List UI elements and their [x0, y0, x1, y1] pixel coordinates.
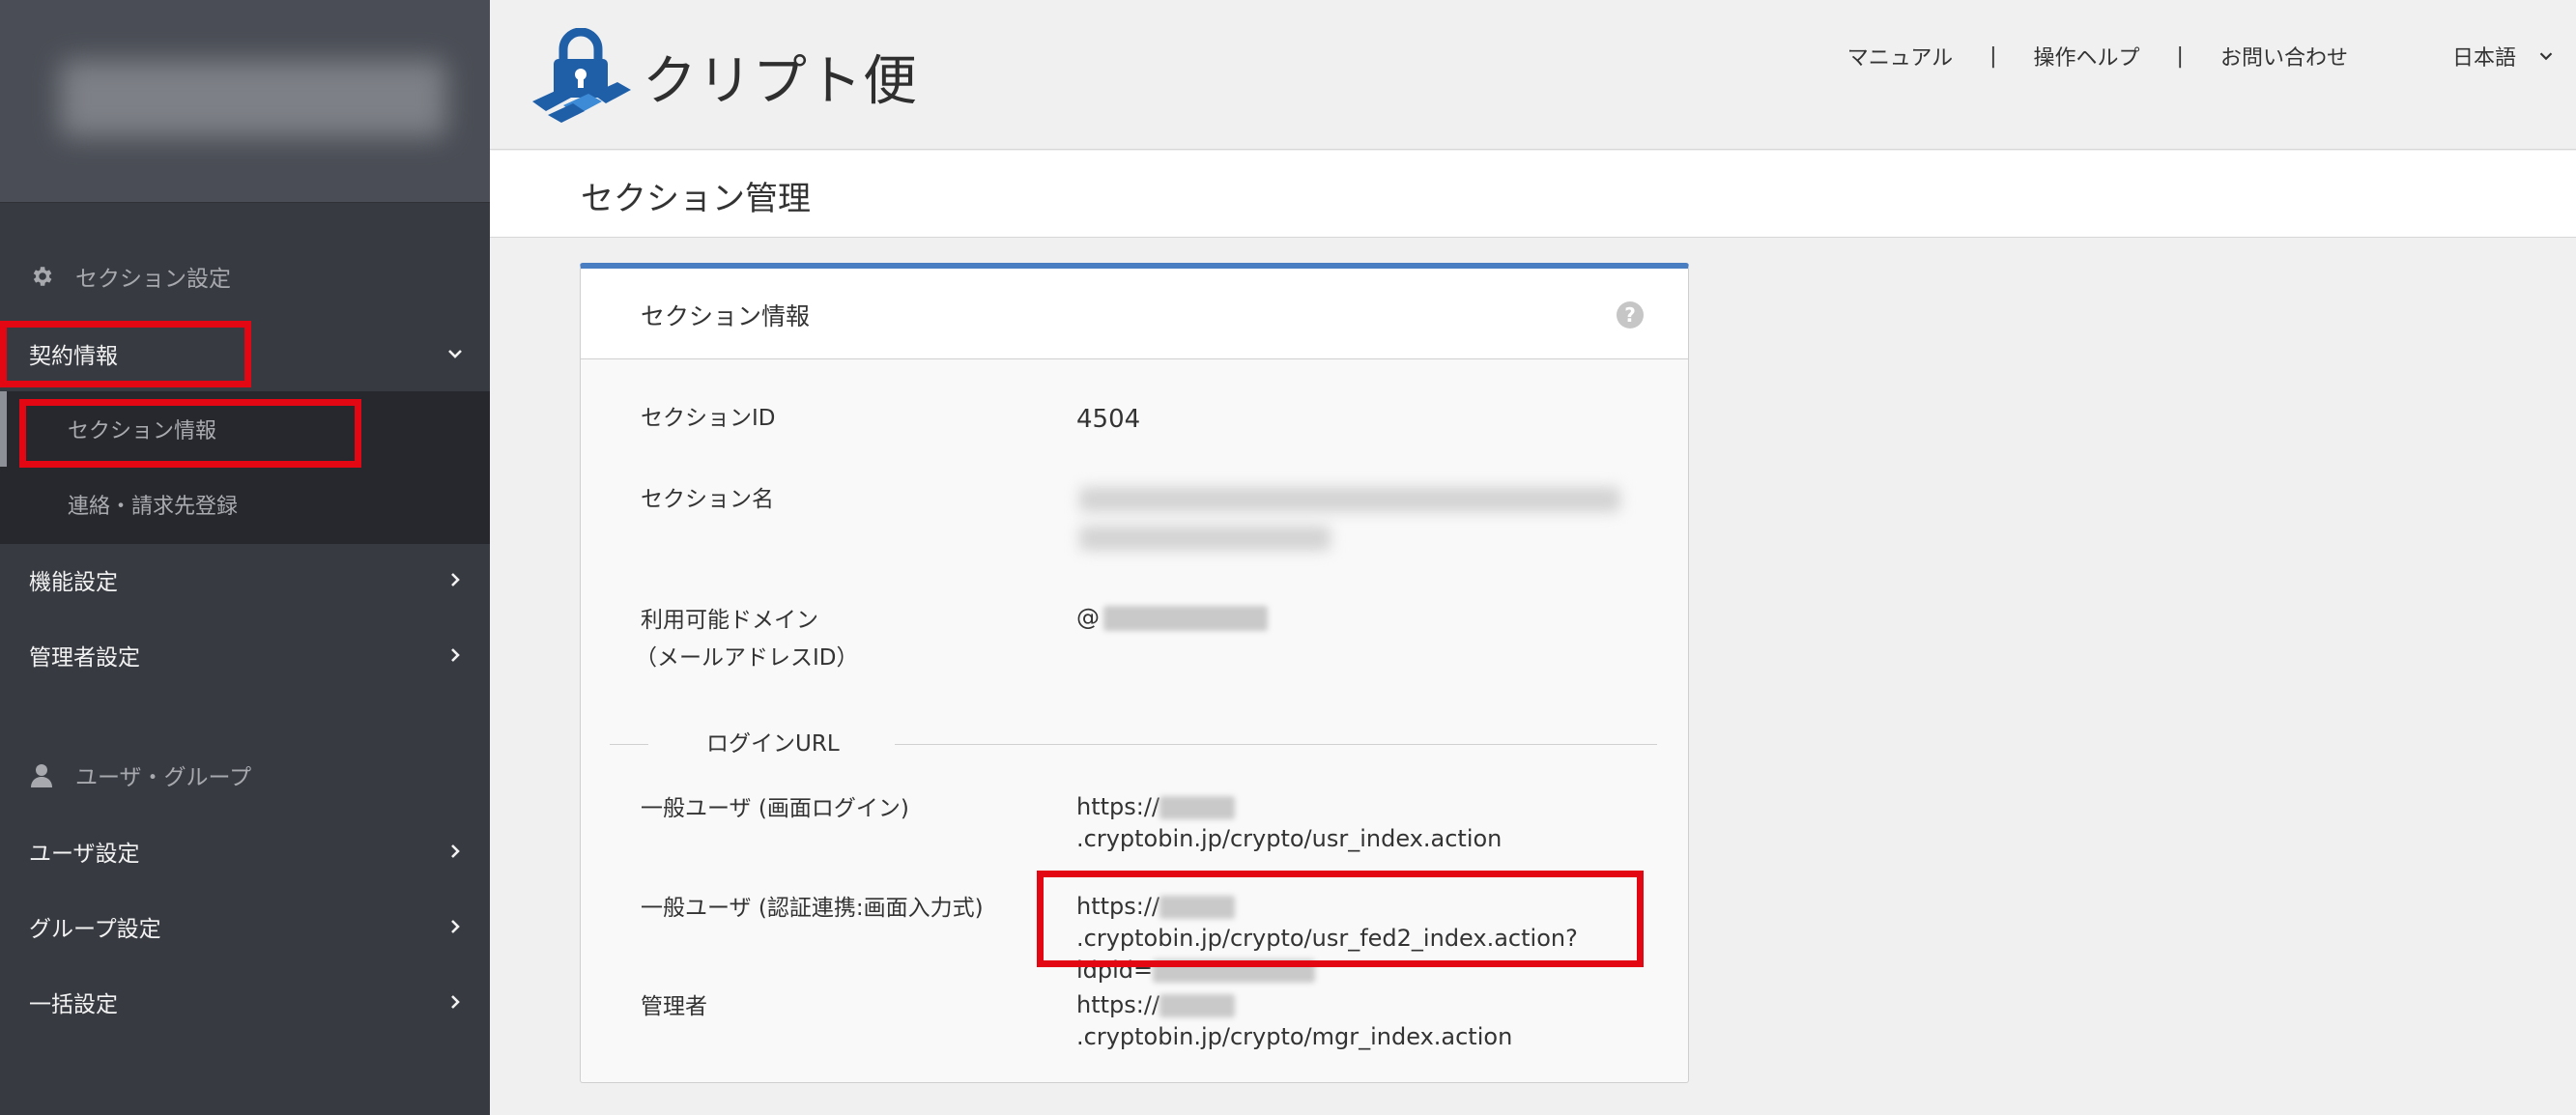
sidebar-subitem-contact-billing[interactable]: 連絡・請求先登録: [0, 472, 490, 537]
divider-line: [610, 744, 648, 745]
subdomain-redacted: [1159, 796, 1236, 819]
section-id-value: 4504: [1076, 405, 1141, 434]
url-prefix: https://: [1076, 793, 1160, 820]
active-indicator: [0, 391, 7, 467]
admin-label: 管理者: [641, 994, 707, 1019]
language-selector[interactable]: 日本語: [2452, 41, 2557, 71]
sidebar-item-admin-settings[interactable]: 管理者設定: [0, 623, 490, 687]
organization-header: [0, 0, 490, 203]
sidebar-subitem-label: 連絡・請求先登録: [68, 495, 239, 519]
users-groups-heading: ユーザ・グループ: [0, 746, 490, 804]
nav-separator: |: [1989, 43, 1997, 69]
sidebar-item-label: 管理者設定: [29, 645, 140, 671]
panel-title: セクション情報: [641, 302, 811, 330]
chevron-down-icon: [448, 350, 462, 358]
divider-line: [895, 744, 1657, 745]
chevron-right-icon: [451, 844, 460, 858]
section-settings-heading: セクション設定: [0, 247, 490, 305]
domain-label-sub: （メールアドレスID）: [635, 645, 859, 671]
chevron-right-icon: [451, 648, 460, 662]
page-title: セクション管理: [581, 180, 811, 218]
organization-name-redacted: [60, 60, 446, 137]
top-header: クリプト便 マニュアル | 操作ヘルプ | お問い合わせ 日本語: [490, 0, 2576, 150]
contact-link[interactable]: お問い合わせ: [2220, 41, 2348, 71]
section-name-redacted: [1079, 526, 1331, 551]
sidebar-item-label: 一括設定: [29, 992, 118, 1017]
section-settings-label: セクション設定: [75, 267, 231, 292]
federated-user-label: 一般ユーザ (認証連携:画面入力式): [641, 896, 984, 921]
manual-link[interactable]: マニュアル: [1847, 41, 1953, 71]
sidebar-item-bulk-settings[interactable]: 一括設定: [0, 970, 490, 1034]
login-url-divider: ログインURL: [610, 729, 1657, 758]
login-url-heading: ログインURL: [706, 731, 840, 757]
section-id-label: セクションID: [641, 406, 776, 431]
general-user-url[interactable]: https:// .cryptobin.jp/crypto/usr_index.a…: [1076, 791, 1632, 855]
chevron-right-icon: [451, 920, 460, 933]
sidebar-item-function-settings[interactable]: 機能設定: [0, 548, 490, 612]
sidebar-item-label: グループ設定: [29, 917, 161, 942]
highlight-box-section-info: [19, 399, 361, 468]
url-rest: .cryptobin.jp/crypto/mgr_index.action: [1076, 1023, 1513, 1050]
admin-url[interactable]: https:// .cryptobin.jp/crypto/mgr_index.a…: [1076, 989, 1632, 1053]
highlight-box-federated-url: [1037, 871, 1644, 967]
help-link[interactable]: 操作ヘルプ: [2034, 41, 2140, 71]
domain-label: 利用可能ドメイン: [641, 608, 818, 633]
lock-logo-icon: [532, 28, 631, 123]
sidebar: セクション設定 契約情報 セクション情報 連絡・請求先登録 機能設定 管理者設定…: [0, 0, 490, 1115]
subdomain-redacted: [1159, 994, 1236, 1017]
page-title-bar: セクション管理: [490, 151, 2576, 238]
app-logo-text: クリプト便: [643, 49, 918, 113]
url-rest: .cryptobin.jp/crypto/usr_index.action: [1076, 825, 1503, 852]
domain-redacted: [1103, 606, 1268, 631]
panel-header: セクション情報 ?: [581, 269, 1688, 359]
user-icon: [29, 762, 54, 787]
nav-separator: |: [2176, 43, 2184, 69]
chevron-down-icon: [2539, 52, 2553, 61]
chevron-right-icon: [451, 995, 460, 1009]
sidebar-item-label: 機能設定: [29, 570, 118, 595]
section-name-label: セクション名: [641, 487, 774, 512]
top-navigation: マニュアル | 操作ヘルプ | お問い合わせ 日本語: [1847, 35, 2576, 77]
sidebar-item-user-settings[interactable]: ユーザ設定: [0, 819, 490, 883]
sidebar-item-group-settings[interactable]: グループ設定: [0, 895, 490, 958]
help-icon[interactable]: ?: [1617, 301, 1644, 329]
users-groups-label: ユーザ・グループ: [75, 765, 252, 790]
url-prefix: https://: [1076, 991, 1160, 1018]
domain-prefix: @: [1076, 604, 1100, 631]
app-logo[interactable]: クリプト便: [529, 23, 918, 129]
gear-icon: [29, 264, 54, 289]
general-user-label: 一般ユーザ (画面ログイン): [641, 796, 909, 821]
sidebar-item-label: ユーザ設定: [29, 842, 140, 867]
language-label: 日本語: [2451, 46, 2516, 71]
highlight-box-contract-info: [0, 321, 251, 387]
section-name-redacted: [1079, 487, 1620, 512]
chevron-right-icon: [451, 573, 460, 586]
domain-value: @: [1076, 602, 1632, 634]
